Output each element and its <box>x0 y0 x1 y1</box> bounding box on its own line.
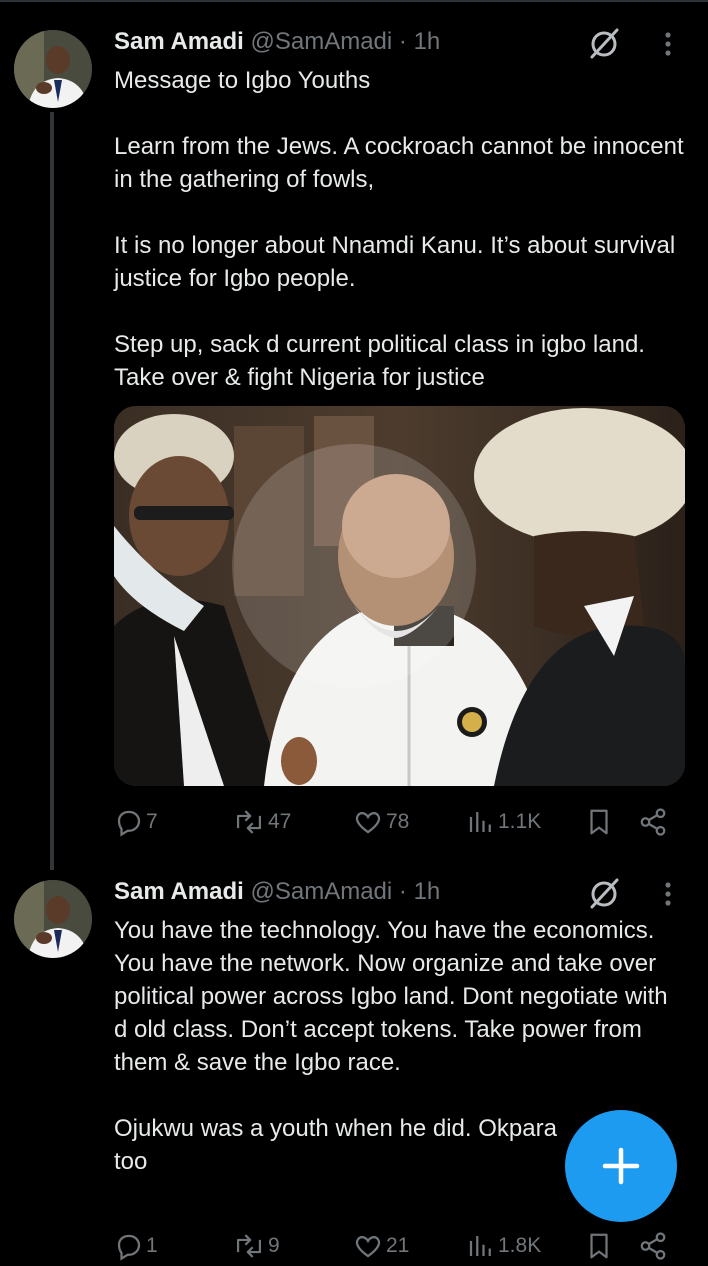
views-button[interactable]: 1.8K <box>466 1226 541 1266</box>
grok-icon[interactable] <box>584 24 624 64</box>
author-handle[interactable]: @SamAmadi <box>251 28 393 55</box>
views-count: 1.1K <box>498 810 542 833</box>
repost-button[interactable]: 9 <box>232 1226 280 1266</box>
repost-icon <box>236 810 262 834</box>
views-icon <box>469 1236 491 1256</box>
reply-count: 7 <box>146 810 158 833</box>
author-name[interactable]: Sam Amadi <box>114 28 244 55</box>
share-icon <box>640 1232 666 1260</box>
bookmark-icon <box>590 1233 608 1259</box>
compose-button[interactable] <box>565 1110 677 1222</box>
reply-icon <box>117 1234 141 1261</box>
tweet-actions: 7 47 78 1.1K <box>114 802 684 842</box>
avatar[interactable] <box>14 30 92 108</box>
reply-button[interactable]: 1 <box>114 1226 158 1266</box>
like-button[interactable]: 78 <box>352 802 409 842</box>
like-icon <box>355 812 381 834</box>
like-icon <box>355 1236 381 1258</box>
tweet-paragraph: It is no longer about Nnamdi Kanu. It’s … <box>114 232 676 292</box>
tweet-actions: 1 9 21 1.8K <box>114 1226 684 1266</box>
bookmark-button[interactable] <box>584 802 614 842</box>
tweet-time[interactable]: · 1h <box>399 28 440 55</box>
tweet-paragraph: Ojukwu was a youth when he did. Okpara t… <box>114 1115 557 1175</box>
bookmark-button[interactable] <box>584 1226 614 1266</box>
tweet-text: Message to Igbo Youths Learn from the Je… <box>114 64 684 394</box>
avatar[interactable] <box>14 880 92 958</box>
reply-button[interactable]: 7 <box>114 802 158 842</box>
share-button[interactable] <box>638 1226 668 1266</box>
tweet-header: Sam Amadi @SamAmadi · 1h <box>114 872 440 912</box>
tweet-paragraph: Learn from the Jews. A cockroach cannot … <box>114 133 684 193</box>
grok-icon[interactable] <box>584 874 624 914</box>
like-count: 21 <box>386 1234 410 1257</box>
views-count: 1.8K <box>498 1234 542 1257</box>
tweet-paragraph: You have the technology. You have the ec… <box>114 917 668 1076</box>
tweet-header: Sam Amadi @SamAmadi · 1h <box>114 22 440 62</box>
more-icon[interactable] <box>656 24 680 64</box>
reply-icon <box>117 810 141 837</box>
share-button[interactable] <box>638 802 668 842</box>
author-name[interactable]: Sam Amadi <box>114 878 244 905</box>
tweet-paragraph: Step up, sack d current political class … <box>114 331 645 391</box>
like-count: 78 <box>386 810 410 833</box>
tweet-time[interactable]: · 1h <box>399 878 440 905</box>
reply-count: 1 <box>146 1234 158 1257</box>
repost-button[interactable]: 47 <box>232 802 291 842</box>
plus-icon <box>602 1147 640 1185</box>
top-divider <box>0 0 708 2</box>
more-icon[interactable] <box>656 874 680 914</box>
views-button[interactable]: 1.1K <box>466 802 541 842</box>
like-button[interactable]: 21 <box>352 1226 409 1266</box>
bookmark-icon <box>590 809 608 835</box>
repost-count: 9 <box>268 1234 280 1257</box>
repost-count: 47 <box>268 810 292 833</box>
tweet-photo[interactable] <box>114 406 685 786</box>
tweet-paragraph: Message to Igbo Youths <box>114 67 371 94</box>
repost-icon <box>236 1234 262 1258</box>
share-icon <box>640 808 666 836</box>
views-icon <box>469 812 491 832</box>
author-handle[interactable]: @SamAmadi <box>251 878 393 905</box>
tweet[interactable]: Sam Amadi @SamAmadi · 1h Message to Igbo… <box>0 22 708 862</box>
